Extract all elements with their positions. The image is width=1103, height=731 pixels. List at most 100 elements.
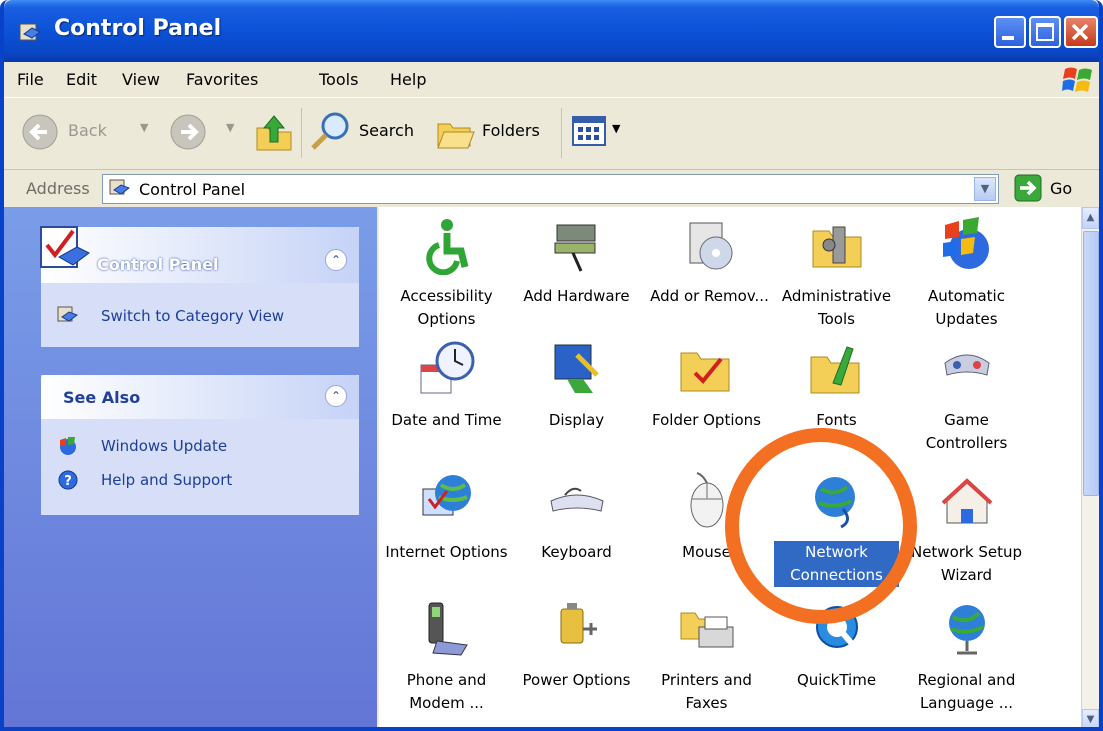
switch-category-view-label: Switch to Category View [101,307,285,325]
item-accessibility-options[interactable]: Accessibility Options [384,215,509,331]
item-power-options[interactable]: Power Options [514,599,639,692]
content-area: Control Panel ⌃ Switch to Category View … [4,207,1099,727]
menu-favorites[interactable]: Favorites [186,70,258,89]
item-network-setup-wizard[interactable]: Network Setup Wizard [904,471,1029,587]
title-bar[interactable]: Control Panel [4,0,1099,62]
collapse-icon[interactable]: ⌃ [325,385,347,407]
scrollbar-thumb[interactable] [1083,231,1099,496]
item-label: Regional and Language ... [917,671,1016,712]
item-date-time[interactable]: Date and Time [384,339,509,432]
see-also-title: See Also [63,388,141,407]
minimize-button[interactable] [994,16,1026,48]
back-label: Back [68,121,107,140]
item-display[interactable]: Display [514,339,639,432]
up-folder-icon[interactable] [254,110,294,154]
item-label: Network Setup Wizard [910,543,1023,584]
item-label: Game Controllers [925,411,1008,452]
item-label: Keyboard [541,543,612,561]
regional-language-icon [948,605,985,655]
item-phone-modem[interactable]: Phone and Modem ... [384,599,509,715]
folders-label: Folders [482,121,540,140]
fonts-icon [810,346,859,394]
menu-edit[interactable]: Edit [66,70,97,89]
add-hardware-icon [554,224,595,272]
item-label: Internet Options [385,543,508,561]
collapse-icon[interactable]: ⌃ [325,249,347,271]
item-administrative-tools[interactable]: Administrative Tools [774,215,899,331]
printers-faxes-icon [680,612,733,648]
minimize-icon [1002,36,1014,40]
menu-help[interactable]: Help [390,70,426,89]
item-folder-options[interactable]: Folder Options [644,339,769,432]
item-network-connections[interactable]: Network Connections [773,471,900,588]
help-support-link[interactable]: ? Help and Support [57,467,347,493]
maximize-icon [1036,23,1054,41]
go-arrow-icon [1014,174,1042,202]
toolbar-separator [301,108,302,158]
search-label: Search [359,121,414,140]
back-arrow-icon [22,114,58,150]
item-label: Add Hardware [523,287,630,305]
item-add-hardware[interactable]: Add Hardware [514,215,639,308]
search-button[interactable]: Search [309,110,424,154]
help-icon: ? [58,470,78,490]
windows-logo-icon [1062,67,1092,92]
item-mouse[interactable]: Mouse [644,471,769,564]
forward-dropdown-icon[interactable]: ▼ [226,121,234,134]
scroll-down-icon[interactable]: ▼ [1082,709,1099,727]
item-fonts[interactable]: Fonts [774,339,899,432]
address-value: Control Panel [139,180,246,199]
views-button[interactable]: ▼ [572,116,632,150]
scroll-up-icon[interactable]: ▲ [1082,207,1099,229]
close-button[interactable] [1064,16,1098,48]
item-internet-options[interactable]: Internet Options [384,471,509,564]
forward-arrow-icon [170,114,206,150]
item-automatic-updates[interactable]: Automatic Updates [904,215,1029,331]
menu-tools[interactable]: Tools [319,70,358,89]
mouse-icon [690,472,723,528]
item-label: Administrative Tools [781,287,892,328]
task-box-header[interactable]: Control Panel ⌃ [40,226,359,283]
address-input[interactable]: Control Panel ▼ [102,174,999,204]
add-remove-programs-icon [689,222,732,270]
toolbar-separator [561,108,562,158]
vertical-scrollbar[interactable]: ▲ ▼ [1081,207,1099,727]
control-panel-icon [109,179,131,195]
see-also-header[interactable]: See Also ⌃ [41,375,359,419]
item-label: Power Options [522,671,631,689]
item-game-controllers[interactable]: Game Controllers [904,339,1029,455]
svg-text:?: ? [64,474,72,489]
back-dropdown-icon[interactable]: ▼ [140,121,148,134]
maximize-button[interactable] [1029,16,1061,48]
menu-file[interactable]: File [17,70,44,89]
task-box-title: Control Panel [97,255,219,274]
windows-update-link[interactable]: Windows Update [57,433,347,459]
phone-modem-icon [428,602,468,656]
item-label: Display [548,411,605,429]
views-dropdown-icon[interactable]: ▼ [612,122,620,135]
network-connections-icon [814,477,855,529]
item-quicktime[interactable]: QuickTime [774,599,899,692]
switch-category-view-link[interactable]: Switch to Category View [57,303,347,329]
quicktime-icon [815,606,858,648]
search-icon [311,112,349,150]
folders-button[interactable]: Folders [436,110,556,154]
icon-view: Accessibility Options Add Hardware Add o… [379,207,1081,727]
item-add-remove-programs[interactable]: Add or Remov... [647,215,772,308]
go-button[interactable]: Go [1014,174,1089,204]
address-dropdown-icon[interactable]: ▼ [974,177,996,201]
see-also-task-box: See Also ⌃ Windows Update ? Help and Sup… [41,375,359,515]
item-printers-faxes[interactable]: Printers and Faxes [644,599,769,715]
address-bar: Address Control Panel ▼ Go [4,171,1099,207]
item-regional-language[interactable]: Regional and Language ... [904,599,1029,715]
toolbar: Back ▼ ▼ Search Folders ▼ [4,98,1099,170]
forward-button[interactable]: ▼ [168,112,248,152]
menu-view[interactable]: View [122,70,160,89]
item-label: Accessibility Options [400,287,493,328]
item-keyboard[interactable]: Keyboard [514,471,639,564]
administrative-tools-icon [812,226,861,268]
go-label: Go [1050,179,1073,198]
item-label: Add or Remov... [650,287,769,305]
back-button[interactable]: Back ▼ [16,112,166,152]
accessibility-icon [425,219,468,276]
